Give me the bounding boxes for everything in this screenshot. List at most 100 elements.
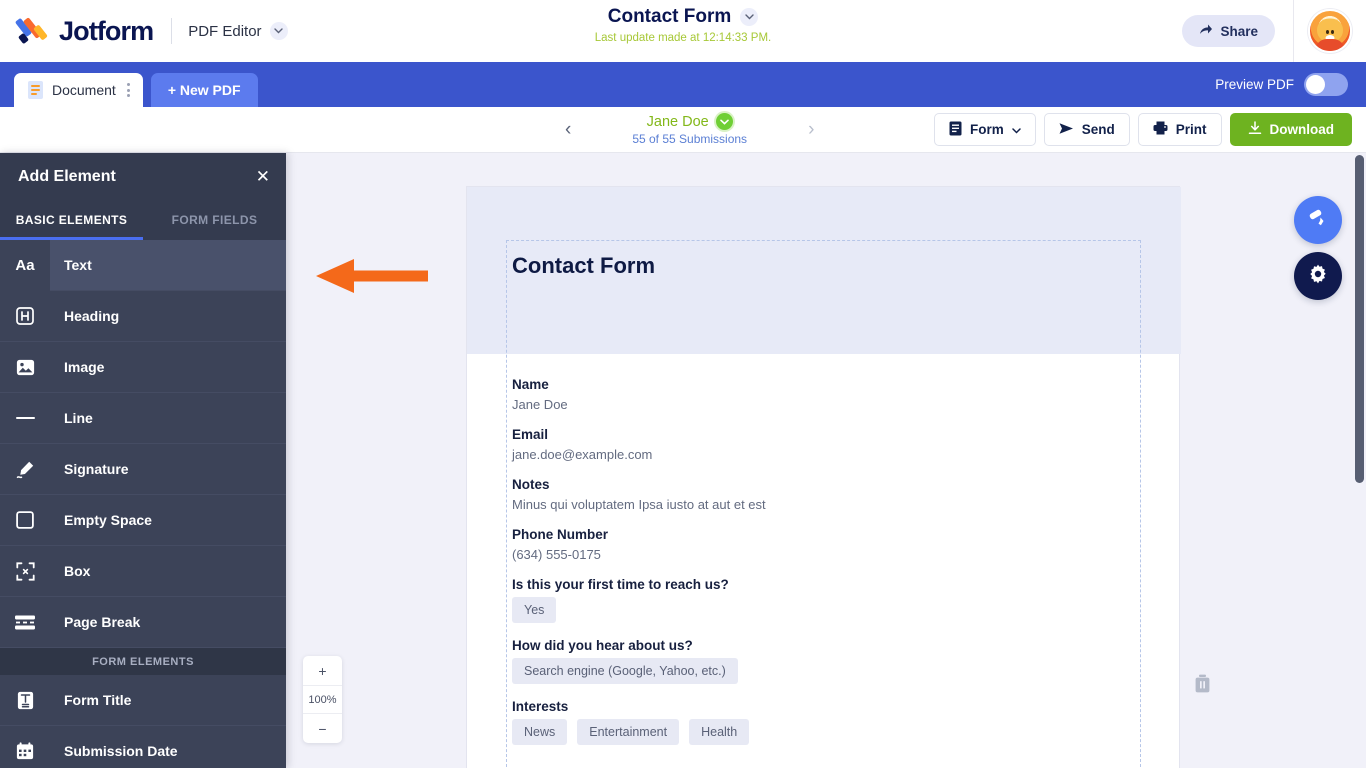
field-notes[interactable]: Notes Minus qui voluptatem Ipsa iusto at… <box>512 477 1139 512</box>
field-label: Is this your first time to reach us? <box>512 577 729 592</box>
download-button[interactable]: Download <box>1229 113 1352 146</box>
canvas-scrollbar[interactable] <box>1353 153 1366 768</box>
share-button[interactable]: Share <box>1182 15 1275 47</box>
field-pill: Yes <box>512 597 557 623</box>
chevron-down-circle-icon[interactable] <box>715 113 733 130</box>
kebab-menu-icon[interactable] <box>125 80 132 100</box>
annotation-arrow-icon <box>310 256 428 296</box>
gear-icon <box>1307 263 1329 290</box>
element-item-submission-date[interactable]: Submission Date <box>0 726 286 768</box>
printer-icon <box>1153 121 1168 138</box>
jotform-logo-icon <box>14 16 48 46</box>
element-item-box[interactable]: Box <box>0 546 286 597</box>
field-label: Notes <box>512 477 550 492</box>
trash-icon[interactable] <box>1194 674 1211 698</box>
field-label: How did you hear about us? <box>512 638 693 653</box>
element-label: Heading <box>64 308 120 324</box>
new-pdf-button[interactable]: + New PDF <box>150 73 258 107</box>
tab-basic-elements[interactable]: BASIC ELEMENTS <box>0 200 143 240</box>
page-title: Contact Form <box>607 6 732 27</box>
element-item-empty-space[interactable]: Empty Space <box>0 495 286 546</box>
field-value: jane.doe@example.com <box>512 447 653 462</box>
element-item-heading[interactable]: Heading <box>0 291 286 342</box>
panel-header: Add Element ✕ <box>0 153 286 200</box>
add-element-panel: Add Element ✕ BASIC ELEMENTS FORM FIELDS… <box>0 153 286 768</box>
form-icon <box>949 121 962 139</box>
header-divider <box>171 18 173 44</box>
zoom-out-button[interactable]: − <box>303 714 342 743</box>
field-phone-number[interactable]: Phone Number (634) 555-0175 <box>512 527 1139 562</box>
element-item-text[interactable]: Aa Text <box>0 240 286 291</box>
send-icon <box>1059 122 1074 138</box>
brand-name: Jotform <box>59 15 154 46</box>
element-item-image[interactable]: Image <box>0 342 286 393</box>
paint-roller-icon <box>1307 207 1329 234</box>
field-first-time[interactable]: Is this your first time to reach us? Yes <box>512 577 1139 623</box>
brand-logo[interactable]: Jotform <box>0 15 154 47</box>
element-item-signature[interactable]: Signature <box>0 444 286 495</box>
element-item-line[interactable]: Line <box>0 393 286 444</box>
tab-form-fields[interactable]: FORM FIELDS <box>143 200 286 240</box>
element-label: Signature <box>64 461 129 477</box>
field-label: Interests <box>512 699 569 714</box>
avatar[interactable] <box>1308 9 1352 53</box>
download-icon <box>1248 121 1262 138</box>
box-resize-icon <box>0 546 50 597</box>
field-how-did-you-hear[interactable]: How did you hear about us? Search engine… <box>512 638 1139 684</box>
form-button[interactable]: Form <box>933 113 1036 146</box>
element-label: Image <box>64 359 105 375</box>
close-icon[interactable]: ✕ <box>256 168 270 185</box>
pdf-page[interactable]: Contact Form Name Jane Doe Email jane.do… <box>466 186 1181 768</box>
field-label: Email <box>512 427 549 442</box>
field-value: Minus qui voluptatem Ipsa iusto at aut e… <box>512 497 766 512</box>
settings-button[interactable] <box>1294 252 1342 300</box>
panel-tabs: BASIC ELEMENTS FORM FIELDS <box>0 200 286 240</box>
header-actions: Share <box>1182 0 1366 62</box>
submitter-name: Jane Doe <box>646 113 709 130</box>
element-label: Empty Space <box>64 512 152 528</box>
tab-document[interactable]: Document <box>14 73 143 107</box>
field-name[interactable]: Name Jane Doe <box>512 377 1139 412</box>
jotform-pdf-editor: Jotform PDF Editor Contact Form Last upd… <box>0 0 1366 768</box>
share-arrow-icon <box>1199 23 1213 39</box>
document-title[interactable]: Contact Form <box>512 253 655 279</box>
panel-title: Add Element <box>18 167 116 185</box>
preview-pdf-toggle[interactable] <box>1304 73 1348 96</box>
download-button-label: Download <box>1269 122 1335 137</box>
print-button-label: Print <box>1175 122 1207 137</box>
toolbar-actions: Form Send Print Download <box>933 113 1366 146</box>
form-title-chevron-down-icon[interactable] <box>740 8 759 26</box>
element-label: Submission Date <box>64 743 178 759</box>
form-title-icon <box>0 675 50 726</box>
field-pill: Search engine (Google, Yahoo, etc.) <box>512 658 738 684</box>
preview-pdf-control: Preview PDF <box>1215 62 1366 107</box>
top-header: Jotform PDF Editor Contact Form Last upd… <box>0 0 1366 62</box>
header-divider-2 <box>1293 0 1294 62</box>
submission-info: Jane Doe 55 of 55 Submissions <box>632 113 747 146</box>
field-email[interactable]: Email jane.doe@example.com <box>512 427 1139 462</box>
tab-bar: Document + New PDF Preview PDF <box>0 62 1366 107</box>
field-interests[interactable]: Interests News Entertainment Health <box>512 699 1139 745</box>
chevron-down-icon <box>269 22 288 40</box>
send-button-label: Send <box>1081 122 1115 137</box>
prev-submission-button[interactable]: ‹ <box>556 119 580 141</box>
scrollbar-thumb[interactable] <box>1355 155 1364 483</box>
element-label: Box <box>64 563 91 579</box>
send-button[interactable]: Send <box>1043 113 1130 146</box>
product-switcher[interactable]: PDF Editor <box>188 22 288 40</box>
element-item-form-title[interactable]: Form Title <box>0 675 286 726</box>
empty-square-icon <box>0 495 50 546</box>
zoom-in-button[interactable]: + <box>303 656 342 685</box>
form-button-label: Form <box>969 122 1004 137</box>
next-submission-button[interactable]: › <box>799 119 823 141</box>
calendar-icon <box>0 726 50 768</box>
field-value: (634) 555-0175 <box>512 547 601 562</box>
submissions-count[interactable]: 55 of 55 Submissions <box>632 132 747 146</box>
theme-paint-button[interactable] <box>1294 196 1342 244</box>
element-item-page-break[interactable]: Page Break <box>0 597 286 648</box>
field-pill: News <box>512 719 568 745</box>
element-list: Aa Text Heading Image Line Signature Emp… <box>0 240 286 768</box>
preview-pdf-label: Preview PDF <box>1215 77 1294 92</box>
editor-canvas: Contact Form Name Jane Doe Email jane.do… <box>286 153 1366 768</box>
print-button[interactable]: Print <box>1137 113 1222 146</box>
